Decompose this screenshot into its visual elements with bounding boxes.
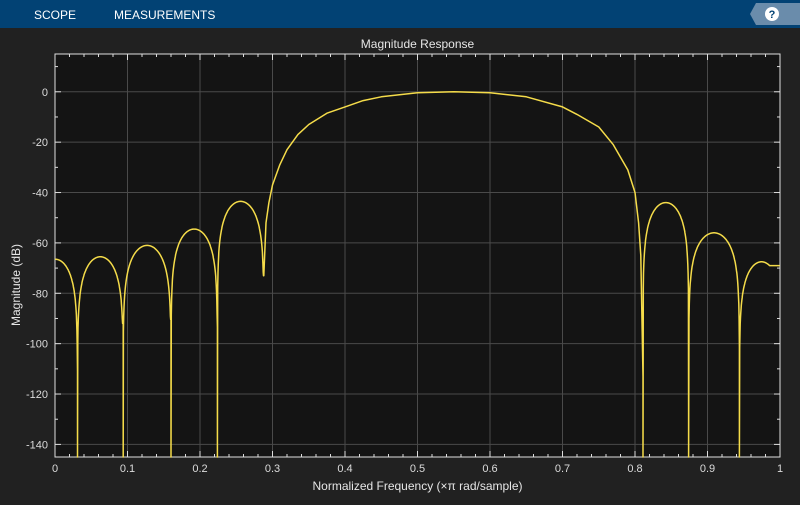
chart-title: Magnitude Response: [360, 37, 475, 51]
help-button[interactable]: ?: [750, 3, 800, 25]
x-tick-label: 0.3: [265, 463, 280, 475]
y-tick-label: -60: [32, 238, 48, 250]
magnitude-response-chart: Magnitude Response 0 0.1 0.2 0.3 0.4 0.5 0.6 0.…: [0, 28, 800, 500]
toolbar: SCOPE MEASUREMENTS ?: [0, 0, 800, 28]
x-tick-label: 0.2: [192, 463, 207, 475]
tab-measurements[interactable]: MEASUREMENTS: [114, 8, 215, 22]
y-axis-label: Magnitude (dB): [9, 243, 23, 327]
x-tick-label: 0.9: [700, 463, 715, 475]
y-tick-label: -80: [32, 288, 48, 300]
y-tick-label: 0: [42, 87, 48, 99]
svg-text:?: ?: [769, 9, 776, 21]
help-icon: ?: [750, 3, 800, 25]
x-tick-label: 0: [52, 463, 58, 475]
y-tick-label: -20: [32, 137, 48, 149]
x-tick-label: 0.4: [337, 463, 352, 475]
x-tick-label: 1: [777, 463, 783, 475]
y-tick-label: -140: [26, 439, 48, 451]
x-tick-label: 0.1: [120, 463, 135, 475]
x-tick-label: 0.8: [627, 463, 642, 475]
y-tick-label: -40: [32, 188, 48, 200]
plot-area: 0 0.1 0.2 0.3 0.4 0.5 0.6 0.7 0.8 0.9 1 0 -20 -40 -60 -…: [26, 53, 783, 475]
tab-scope[interactable]: SCOPE: [34, 8, 76, 22]
y-tick-label: -100: [26, 339, 48, 351]
x-tick-label: 0.5: [410, 463, 425, 475]
x-axis-label: Normalized Frequency (×π rad/sample): [312, 479, 523, 493]
x-tick-label: 0.7: [555, 463, 570, 475]
x-tick-label: 0.6: [482, 463, 497, 475]
y-tick-label: -120: [26, 389, 48, 401]
